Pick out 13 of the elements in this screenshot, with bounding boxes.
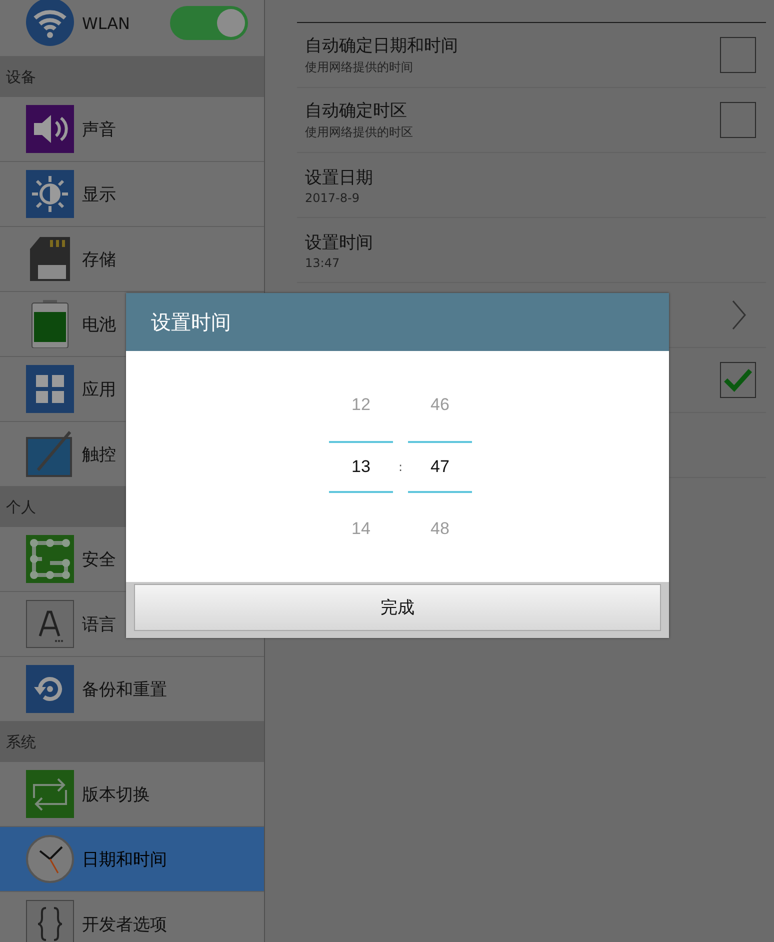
dialog-title: 设置时间	[151, 308, 231, 336]
time-separator: :	[397, 460, 404, 474]
setting-title: 设置日期	[305, 166, 373, 188]
setting-title: 设置时间	[305, 232, 373, 254]
setting-summary: 13:47	[305, 256, 341, 270]
setting-summary: 2017-8-9	[305, 190, 360, 204]
setting-summary: 使用网络提供的时间	[305, 59, 414, 76]
setting-title: 自动确定时区	[305, 100, 408, 122]
setting-summary: 使用网络提供的时区	[305, 124, 413, 141]
wlan-label: WLAN	[82, 14, 130, 32]
section-header: 系统	[0, 722, 264, 762]
setting-title: 自动确定日期和时间	[305, 35, 458, 57]
section-header: 设备	[0, 57, 264, 97]
